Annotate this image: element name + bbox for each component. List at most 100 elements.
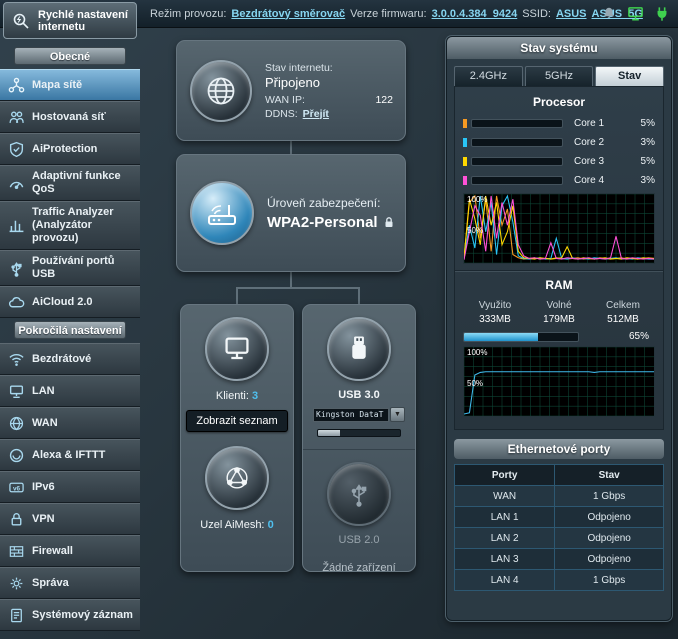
ddns-go-link[interactable]: Přejít (303, 108, 329, 120)
clients-count: 3 (252, 390, 258, 402)
aimesh-node-count: 0 (268, 519, 274, 531)
clients-label: Klienti: (216, 390, 249, 402)
ram-usage-bar (463, 332, 579, 342)
operation-mode-label: Režim provozu: (150, 8, 226, 20)
sidebar-item-firewall[interactable]: Firewall (0, 535, 140, 567)
sidebar-item-label: VPN (32, 513, 55, 526)
sidebar-item-wan[interactable]: WAN (0, 407, 140, 439)
sidebar-item-vpn[interactable]: VPN (0, 503, 140, 535)
core4-color-tick (463, 176, 467, 185)
sidebar-item-label: Traffic Analyzer (Analyzátor provozu) (32, 206, 136, 245)
sidebar-item-usb-application[interactable]: Používání portů USB (0, 250, 140, 286)
cpu-usage-graph: 100% 50% (463, 193, 655, 264)
system-status-panel: Stav systému 2.4GHz 5GHz Stav Procesor C… (446, 36, 672, 621)
usb3-drive-icon[interactable] (327, 317, 391, 381)
view-client-list-button[interactable]: Zobrazit seznam (186, 410, 287, 432)
sidebar-item-traffic-analyzer[interactable]: Traffic Analyzer (Analyzátor provozu) (0, 201, 140, 250)
shield-icon (8, 141, 25, 158)
alexa-icon (8, 447, 25, 464)
table-row: LAN 3 Odpojeno (455, 549, 664, 570)
table-row: LAN 1 Odpojeno (455, 507, 664, 528)
eth-port-cell: LAN 3 (455, 549, 555, 570)
general-section-header: Obecné (14, 47, 126, 65)
gauge-icon (8, 175, 25, 192)
lock-icon (383, 216, 395, 229)
sidebar-item-system-log[interactable]: Systémový záznam (0, 599, 140, 631)
sidebar-item-ipv6[interactable]: v6 IPv6 (0, 471, 140, 503)
ram-usage-row: 65% (463, 331, 655, 342)
internet-status-label: Stav internetu: (265, 62, 393, 74)
lan-icon (8, 383, 25, 400)
cpu-core-row: Core 2 3% (463, 136, 655, 149)
section-divider (455, 270, 663, 272)
clients-monitor-icon[interactable] (205, 317, 269, 381)
sidebar-item-label: LAN (32, 385, 55, 398)
aimesh-icon[interactable] (205, 446, 269, 510)
cpu-section-title: Procesor (463, 95, 655, 109)
graph-y-label-50: 50% (467, 380, 483, 388)
ssid-24ghz-link[interactable]: ASUS (556, 8, 587, 20)
internet-globe-icon[interactable] (190, 60, 252, 122)
header-icon-group (601, 5, 670, 22)
wan-globe-icon (8, 415, 25, 432)
wan-ip-value: 122 (375, 94, 393, 106)
advanced-section-header: Pokročilá nastavení (14, 321, 126, 339)
clients-card: Klienti: 3 Zobrazit seznam Uzel AiMesh: … (180, 304, 294, 572)
sidebar-item-aicloud[interactable]: AiCloud 2.0 (0, 286, 140, 318)
graph-y-label-100: 100% (467, 196, 487, 204)
usb3-usage-bar (317, 429, 401, 437)
connector-line (358, 287, 360, 304)
notification-icon[interactable] (601, 6, 617, 22)
tab-2-4ghz[interactable]: 2.4GHz (454, 66, 523, 86)
power-plug-icon[interactable] (654, 6, 670, 22)
core3-color-tick (463, 157, 467, 166)
usb3-device-dropdown-button[interactable]: ▼ (390, 407, 405, 422)
connector-line (236, 287, 360, 289)
usb3-label: USB 3.0 (303, 389, 415, 401)
sidebar-item-guest-network[interactable]: Hostovaná síť (0, 101, 140, 133)
internet-status-card: Stav internetu: Připojeno WAN IP: 122 DD… (176, 40, 406, 141)
sidebar-item-label: Hostovaná síť (32, 111, 106, 124)
sidebar-item-label: Adaptivní funkce QoS (32, 170, 136, 196)
sidebar-item-label: Firewall (32, 545, 73, 558)
usb-icon (8, 260, 25, 277)
ram-used-label: Využito (463, 300, 527, 311)
sidebar-nav: Obecné Mapa sítě Hostovaná síť AiProtect… (0, 44, 140, 631)
connector-line (236, 287, 238, 304)
core2-color-tick (463, 138, 467, 147)
sidebar-item-label: Správa (32, 577, 69, 590)
sidebar-item-label: AiProtection (32, 143, 97, 156)
cpu-core-row: Core 1 5% (463, 117, 655, 130)
quick-internet-setup-button[interactable]: Rychlé nastavení internetu (3, 2, 137, 39)
router-icon[interactable] (190, 181, 254, 245)
sidebar-item-aiprotection[interactable]: AiProtection (0, 133, 140, 165)
qis-label: Rychlé nastavení internetu (38, 9, 129, 33)
core4-name: Core 4 (574, 175, 610, 186)
ethernet-ports-title: Ethernetové porty (454, 439, 664, 459)
tab-5ghz[interactable]: 5GHz (525, 66, 594, 86)
sidebar-item-network-map[interactable]: Mapa sítě (0, 69, 140, 101)
sidebar-item-label: AiCloud 2.0 (32, 296, 93, 309)
eth-port-cell: LAN 4 (455, 570, 555, 591)
log-document-icon (8, 607, 25, 624)
security-level-value: WPA2-Personal (267, 214, 378, 231)
eth-port-cell: LAN 1 (455, 507, 555, 528)
wired-client-status-icon[interactable] (627, 5, 644, 22)
cpu-core-row: Core 3 5% (463, 155, 655, 168)
core1-name: Core 1 (574, 118, 610, 129)
sidebar-item-wireless[interactable]: Bezdrátové (0, 343, 140, 375)
core1-usage-value: 5% (614, 118, 655, 129)
sidebar-item-adaptive-qos[interactable]: Adaptivní funkce QoS (0, 165, 140, 201)
usb3-device-select[interactable]: Kingston DataT (313, 408, 389, 422)
ram-total-label: Celkem (591, 300, 655, 311)
sidebar-item-alexa-ifttt[interactable]: Alexa & IFTTT (0, 439, 140, 471)
ipv6-icon: v6 (8, 479, 25, 496)
connector-line (290, 141, 292, 154)
sidebar-item-lan[interactable]: LAN (0, 375, 140, 407)
sidebar-item-administration[interactable]: Správa (0, 567, 140, 599)
operation-mode-link[interactable]: Bezdrátový směrovač (231, 8, 345, 20)
usb2-icon[interactable] (327, 462, 391, 526)
firmware-version-link[interactable]: 3.0.0.4.384_9424 (432, 8, 518, 20)
wifi-icon (8, 351, 25, 368)
tab-status[interactable]: Stav (595, 66, 664, 86)
